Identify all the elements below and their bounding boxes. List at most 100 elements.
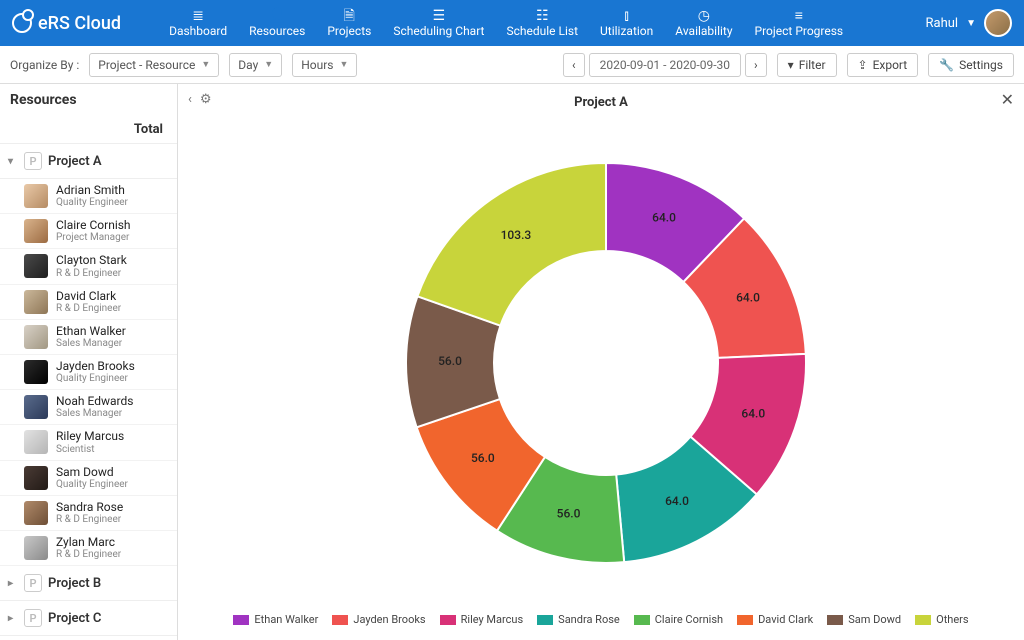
resource-avatar [24, 325, 48, 349]
resource-name: David Clark [56, 290, 121, 303]
logo-icon [12, 13, 32, 33]
resource-name: Ethan Walker [56, 325, 126, 338]
date-next-button[interactable]: › [745, 53, 767, 77]
resource-name: Clayton Stark [56, 254, 127, 267]
chart-legend: Ethan Walker Jayden Brooks Riley Marcus San… [178, 605, 1024, 640]
legend-item[interactable]: Riley Marcus [440, 613, 524, 626]
resource-item[interactable]: David ClarkR & D Engineer [0, 285, 177, 320]
project-name: Project B [48, 576, 101, 591]
project-badge: P [24, 574, 42, 592]
resource-role: R & D Engineer [56, 268, 127, 279]
segment-label: 64.0 [741, 406, 765, 420]
project-name: Project A [48, 154, 102, 169]
resource-item[interactable]: Sandra RoseR & D Engineer [0, 496, 177, 531]
nav-icon: ≡ [755, 8, 844, 24]
chevron-down-icon: ▼ [339, 59, 348, 70]
nav-icon: ☰ [393, 8, 484, 24]
user-name: Rahul [926, 16, 959, 31]
project-row[interactable]: ▾ P Project A [0, 144, 177, 179]
resource-avatar [24, 254, 48, 278]
legend-item[interactable]: Sam Dowd [827, 613, 901, 626]
user-menu[interactable]: Rahul ▼ [926, 9, 1012, 37]
legend-swatch [537, 615, 553, 625]
chart-title: Project A [178, 95, 1024, 110]
nav-dashboard[interactable]: ≣Dashboard [161, 4, 235, 42]
nav-icon: ☷ [506, 8, 578, 24]
legend-item[interactable]: Sandra Rose [537, 613, 620, 626]
legend-swatch [915, 615, 931, 625]
legend-swatch [332, 615, 348, 625]
legend-label: Ethan Walker [254, 613, 318, 626]
organize-by-label: Organize By : [10, 58, 79, 72]
resource-item[interactable]: Jayden BrooksQuality Engineer [0, 355, 177, 390]
nav-scheduling-chart[interactable]: ☰Scheduling Chart [385, 4, 492, 42]
resources-sidebar: Resources Total ▾ P Project A Adrian SmithQ… [0, 84, 178, 640]
project-row[interactable]: ▸PProject B [0, 566, 177, 601]
resource-item[interactable]: Adrian SmithQuality Engineer [0, 179, 177, 214]
resource-avatar [24, 430, 48, 454]
resource-role: R & D Engineer [56, 303, 121, 314]
legend-item[interactable]: Claire Cornish [634, 613, 723, 626]
main: Resources Total ▾ P Project A Adrian SmithQ… [0, 84, 1024, 640]
legend-swatch [737, 615, 753, 625]
date-prev-button[interactable]: ‹ [563, 53, 585, 77]
resource-item[interactable]: Sam DowdQuality Engineer [0, 461, 177, 496]
nav-schedule-list[interactable]: ☷Schedule List [498, 4, 586, 42]
legend-item[interactable]: Ethan Walker [233, 613, 318, 626]
legend-item[interactable]: Others [915, 613, 968, 626]
resource-name: Riley Marcus [56, 430, 124, 443]
resource-item[interactable]: Zylan MarcR & D Engineer [0, 531, 177, 566]
segment-label: 56.0 [471, 450, 495, 464]
resource-avatar [24, 219, 48, 243]
resource-avatar [24, 360, 48, 384]
nav-icon: 👤 [249, 8, 305, 24]
legend-swatch [827, 615, 843, 625]
nav-projects[interactable]: 🗎Projects [319, 4, 379, 42]
project-row[interactable]: ▸PProject C [0, 601, 177, 636]
legend-label: Sandra Rose [558, 613, 620, 626]
sidebar-title: Resources [0, 84, 177, 116]
legend-label: Jayden Brooks [353, 613, 425, 626]
organize-by-select[interactable]: Project - Resource ▼ [89, 53, 219, 77]
nav-project-progress[interactable]: ≡Project Progress [747, 4, 852, 42]
nav-availability[interactable]: ◷Availability [667, 4, 740, 42]
export-button[interactable]: ⇪ Export [847, 53, 919, 77]
resource-avatar [24, 184, 48, 208]
chevron-icon: ▾ [8, 156, 18, 167]
segment-label: 56.0 [557, 506, 581, 520]
nav-icon: 🗎 [327, 8, 371, 24]
nav-resources[interactable]: 👤Resources [241, 4, 313, 42]
segment-label: 64.0 [652, 210, 676, 224]
donut-chart: 64.064.064.064.056.056.056.0103.3 [321, 128, 881, 588]
resource-item[interactable]: Clayton StarkR & D Engineer [0, 249, 177, 284]
resource-role: R & D Engineer [56, 549, 121, 560]
filter-button[interactable]: ▾ Filter [777, 53, 837, 77]
legend-swatch [634, 615, 650, 625]
sidebar-total-label: Total [0, 116, 177, 144]
resource-role: Scientist [56, 444, 124, 455]
date-range-display[interactable]: 2020-09-01 - 2020-09-30 [589, 53, 741, 77]
resource-item[interactable]: Ethan WalkerSales Manager [0, 320, 177, 355]
settings-button[interactable]: 🔧 Settings [928, 53, 1014, 77]
resource-name: Sam Dowd [56, 466, 128, 479]
chevron-down-icon: ▼ [966, 18, 976, 29]
brand-logo[interactable]: eRS Cloud [12, 13, 121, 34]
resource-avatar [24, 290, 48, 314]
resource-item[interactable]: Riley MarcusScientist [0, 425, 177, 460]
units-select[interactable]: Hours ▼ [292, 53, 357, 77]
date-navigator: ‹ 2020-09-01 - 2020-09-30 › [563, 53, 767, 77]
legend-item[interactable]: Jayden Brooks [332, 613, 425, 626]
donut-segment[interactable] [417, 163, 606, 326]
legend-swatch [233, 615, 249, 625]
resource-item[interactable]: Noah EdwardsSales Manager [0, 390, 177, 425]
resource-item[interactable]: Claire CornishProject Manager [0, 214, 177, 249]
nav-icon: ≣ [169, 8, 227, 24]
resource-name: Jayden Brooks [56, 360, 135, 373]
nav-utilization[interactable]: ⫾Utilization [592, 4, 661, 42]
period-select[interactable]: Day ▼ [229, 53, 282, 77]
resource-avatar [24, 466, 48, 490]
chart-panel: ‹ ⚙ ✕ Project A 64.064.064.064.056.056.0… [178, 84, 1024, 640]
resource-role: R & D Engineer [56, 514, 123, 525]
project-badge: P [24, 152, 42, 170]
legend-item[interactable]: David Clark [737, 613, 813, 626]
